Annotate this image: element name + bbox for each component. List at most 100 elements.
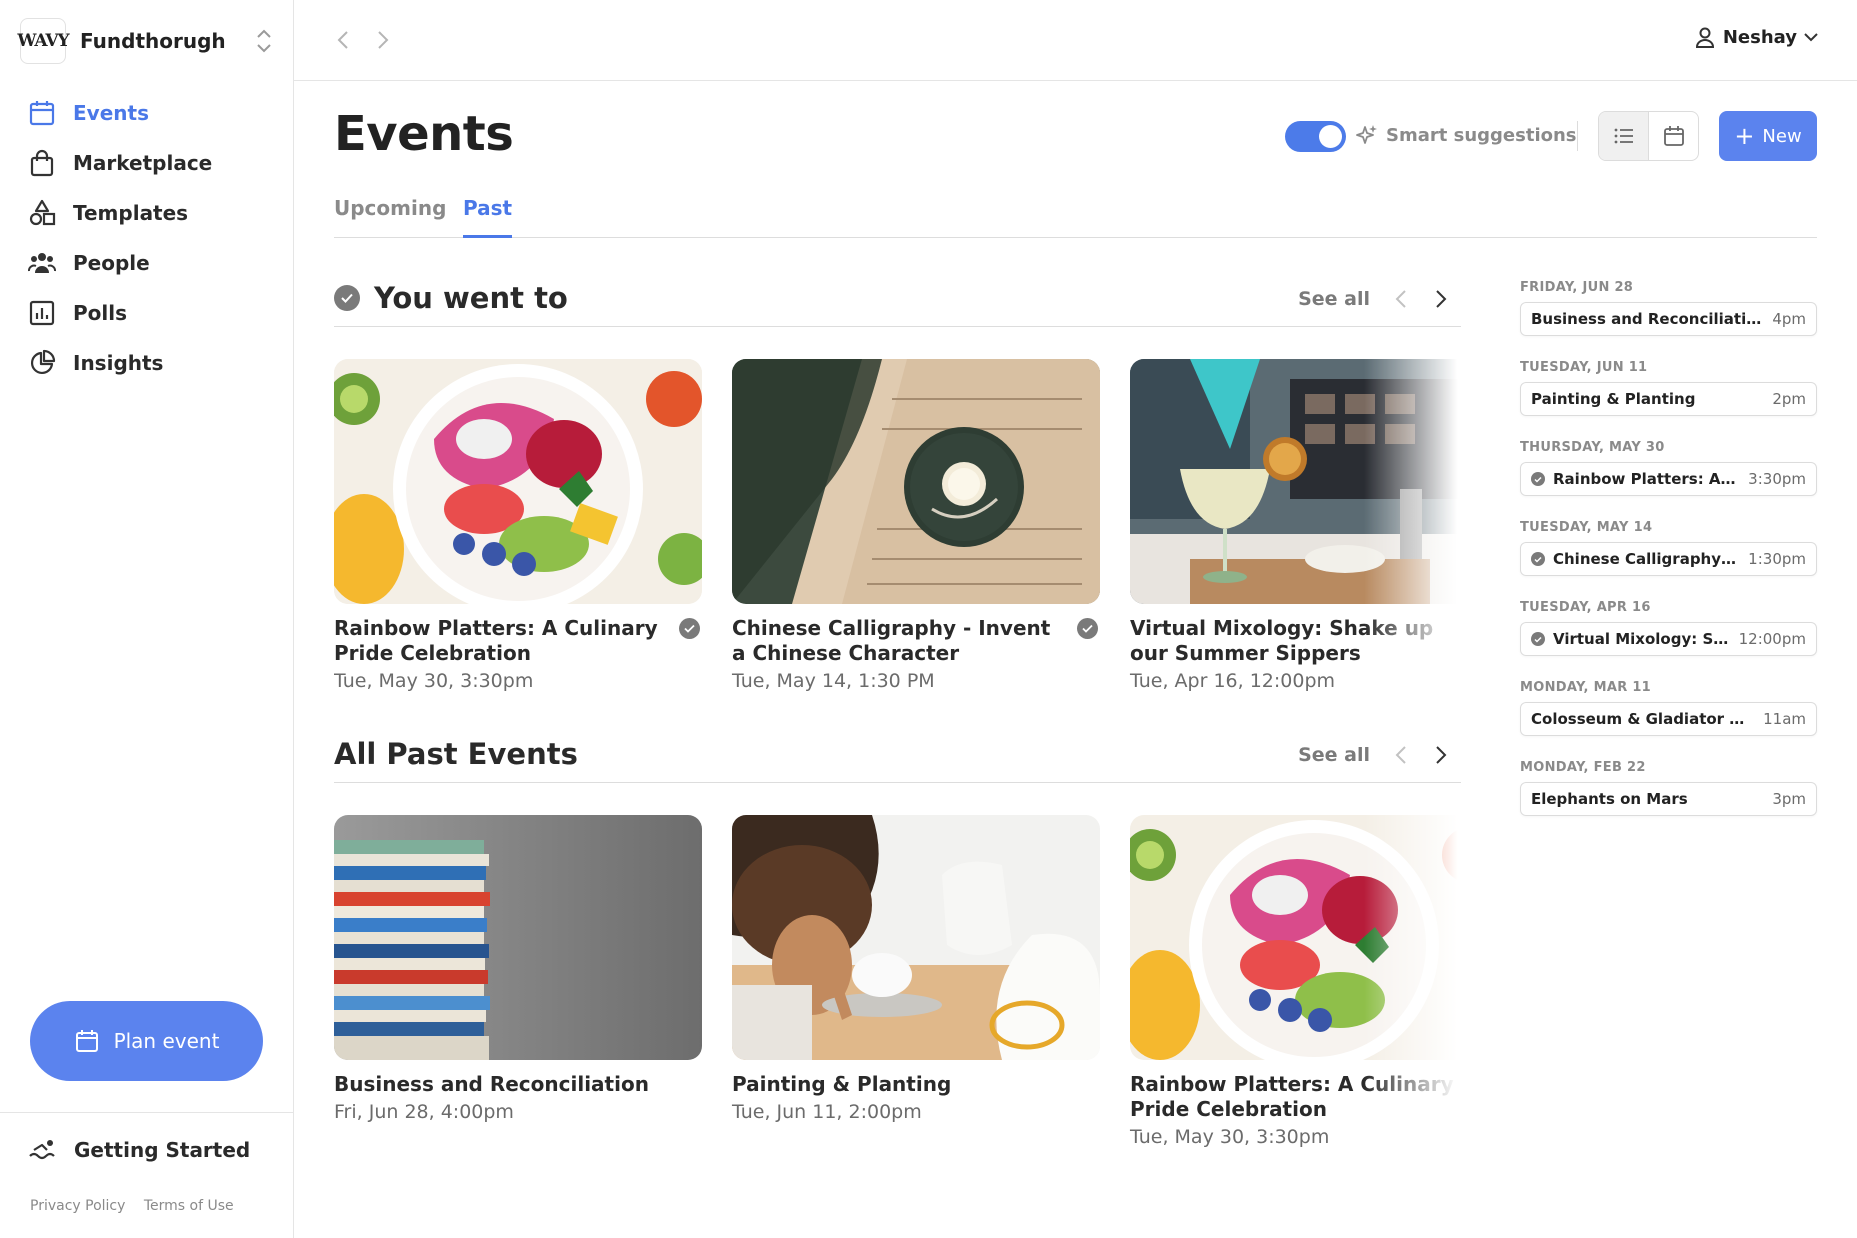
chevron-up-down-icon[interactable] [253, 26, 275, 56]
section-title-text: You went to [374, 281, 568, 315]
timeline-item-name: Painting & Planting [1531, 390, 1696, 408]
terms-of-use-link[interactable]: Terms of Use [144, 1198, 234, 1214]
see-all-link[interactable]: See all [1298, 744, 1370, 766]
event-title: Chinese Calligraphy - Invent a Chinese C… [732, 616, 1100, 666]
org-switcher[interactable]: WAVY Fundthorugh [17, 18, 275, 64]
past-events-timeline: FRIDAY, JUN 28 Business and Reconciliati… [1520, 280, 1817, 840]
timeline-item[interactable]: Colosseum & Gladiator Arena... 11am [1520, 702, 1817, 736]
new-button[interactable]: + New [1719, 111, 1817, 161]
event-card[interactable]: Rainbow Platters: A Culinary Pride Celeb… [1130, 815, 1474, 1148]
timeline-item[interactable]: Business and Reconciliation... 4pm [1520, 302, 1817, 336]
timeline-item[interactable]: Rainbow Platters: A Culi... 3:30pm [1520, 462, 1817, 496]
timeline-item-name: Virtual Mixology: Shake... [1553, 630, 1729, 648]
event-date: Tue, May 14, 1:30 PM [732, 670, 935, 692]
attended-check-icon [1531, 472, 1545, 486]
tab-upcoming[interactable]: Upcoming [334, 196, 446, 238]
timeline-group: FRIDAY, JUN 28 Business and Reconciliati… [1520, 280, 1817, 360]
sparkle-icon [1356, 125, 1377, 144]
event-title-text: Rainbow Platters: A Culinary Pride Celeb… [1130, 1072, 1454, 1121]
event-image-books [334, 815, 702, 1060]
timeline-date: FRIDAY, JUN 28 [1520, 280, 1634, 295]
event-image-fruit-bowl [334, 359, 702, 604]
shapes-icon [29, 199, 56, 226]
plus-icon: + [1734, 122, 1755, 150]
forward-arrow-icon[interactable] [374, 26, 392, 54]
chevron-right-icon[interactable] [1433, 743, 1449, 767]
list-view-button[interactable] [1599, 112, 1649, 160]
timeline-date: THURSDAY, MAY 30 [1520, 440, 1665, 455]
sidebar-item-label: Insights [73, 351, 164, 375]
timeline-item[interactable]: Elephants on Mars 3pm [1520, 782, 1817, 816]
view-toggle [1598, 111, 1699, 161]
calendar-icon [29, 101, 55, 126]
privacy-policy-link[interactable]: Privacy Policy [30, 1198, 125, 1214]
footer-links: Privacy Policy Terms of Use [30, 1198, 248, 1214]
event-card[interactable]: Painting & Planting Tue, Jun 11, 2:00pm [732, 815, 1100, 1123]
event-title: Business and Reconciliation [334, 1072, 702, 1097]
timeline-item[interactable]: Painting & Planting 2pm [1520, 382, 1817, 416]
pie-chart-icon [30, 349, 56, 375]
org-name: Fundthorugh [80, 29, 226, 53]
sidebar-item-polls[interactable]: Polls [28, 288, 278, 338]
attended-check-icon [1531, 552, 1545, 566]
section-title: All Past Events [334, 737, 578, 771]
event-card[interactable]: Virtual Mixology: Shake up our Summer Si… [1130, 359, 1474, 692]
event-date: Tue, Jun 11, 2:00pm [732, 1101, 922, 1123]
event-title-text: Painting & Planting [732, 1072, 952, 1096]
event-card[interactable]: Rainbow Platters: A Culinary Pride Celeb… [334, 359, 702, 692]
event-title: Virtual Mixology: Shake up our Summer Si… [1130, 616, 1474, 666]
timeline-date: TUESDAY, JUN 11 [1520, 360, 1648, 375]
user-menu[interactable]: Neshay [1695, 26, 1827, 48]
swimmer-icon [29, 1140, 55, 1160]
sidebar-item-label: Templates [73, 201, 189, 225]
timeline-item-name: Elephants on Mars [1531, 790, 1688, 808]
bar-chart-icon [29, 300, 55, 326]
event-card[interactable]: Chinese Calligraphy - Invent a Chinese C… [732, 359, 1100, 692]
event-date: Tue, Apr 16, 12:00pm [1130, 670, 1336, 692]
see-all-link[interactable]: See all [1298, 288, 1370, 310]
timeline-item[interactable]: Chinese Calligraphy - Inv... 1:30pm [1520, 542, 1817, 576]
chevron-right-icon[interactable] [1433, 287, 1449, 311]
sidebar-item-templates[interactable]: Templates [28, 188, 278, 238]
plan-event-button[interactable]: Plan event [30, 1001, 263, 1081]
plan-event-label: Plan event [113, 1029, 220, 1053]
timeline-date: TUESDAY, APR 16 [1520, 600, 1651, 615]
back-arrow-icon[interactable] [334, 26, 352, 54]
timeline-item-name: Chinese Calligraphy - Inv... [1553, 550, 1738, 568]
event-title: Rainbow Platters: A Culinary Pride Celeb… [1130, 1072, 1474, 1122]
timeline-item-time: 2pm [1772, 390, 1806, 408]
check-circle-icon [334, 285, 360, 311]
smart-suggestions-label: Smart suggestions [1386, 124, 1577, 146]
section-title-text: All Past Events [334, 737, 578, 771]
timeline-item[interactable]: Virtual Mixology: Shake... 12:00pm [1520, 622, 1817, 656]
event-image-pottery [732, 815, 1100, 1060]
timeline-date: MONDAY, MAR 11 [1520, 680, 1652, 695]
you-went-to-carousel: Rainbow Platters: A Culinary Pride Celeb… [334, 359, 1474, 719]
calendar-view-button[interactable] [1649, 112, 1698, 160]
sidebar-item-insights[interactable]: Insights [28, 338, 278, 388]
event-title: Painting & Planting [732, 1072, 1100, 1097]
event-image-calligraphy [732, 359, 1100, 604]
smart-suggestions[interactable]: Smart suggestions [1356, 124, 1577, 146]
getting-started-label: Getting Started [74, 1138, 251, 1162]
calendar-icon [75, 1030, 98, 1052]
chevron-left-icon[interactable] [1393, 743, 1409, 767]
section-all-past-header: All Past Events See all [334, 733, 1461, 783]
divider [1577, 121, 1578, 151]
tab-past[interactable]: Past [463, 196, 513, 238]
sidebar-item-events[interactable]: Events [28, 88, 278, 138]
timeline-date: MONDAY, FEB 22 [1520, 760, 1646, 775]
event-title-text: Virtual Mixology: Shake up our Summer Si… [1130, 616, 1434, 665]
getting-started-link[interactable]: Getting Started [28, 1138, 250, 1162]
timeline-item-name: Rainbow Platters: A Culi... [1553, 470, 1738, 488]
event-date: Fri, Jun 28, 4:00pm [334, 1101, 514, 1123]
attended-check-icon [1531, 632, 1545, 646]
sidebar-item-marketplace[interactable]: Marketplace [28, 138, 278, 188]
event-card[interactable]: Business and Reconciliation Fri, Jun 28,… [334, 815, 702, 1123]
chevron-left-icon[interactable] [1393, 287, 1409, 311]
attended-check-icon [679, 618, 700, 639]
smart-suggestions-toggle[interactable] [1285, 121, 1346, 152]
sidebar-item-people[interactable]: People [28, 238, 278, 288]
timeline-group: MONDAY, FEB 22 Elephants on Mars 3pm [1520, 760, 1817, 840]
sidebar-item-label: Polls [73, 301, 128, 325]
